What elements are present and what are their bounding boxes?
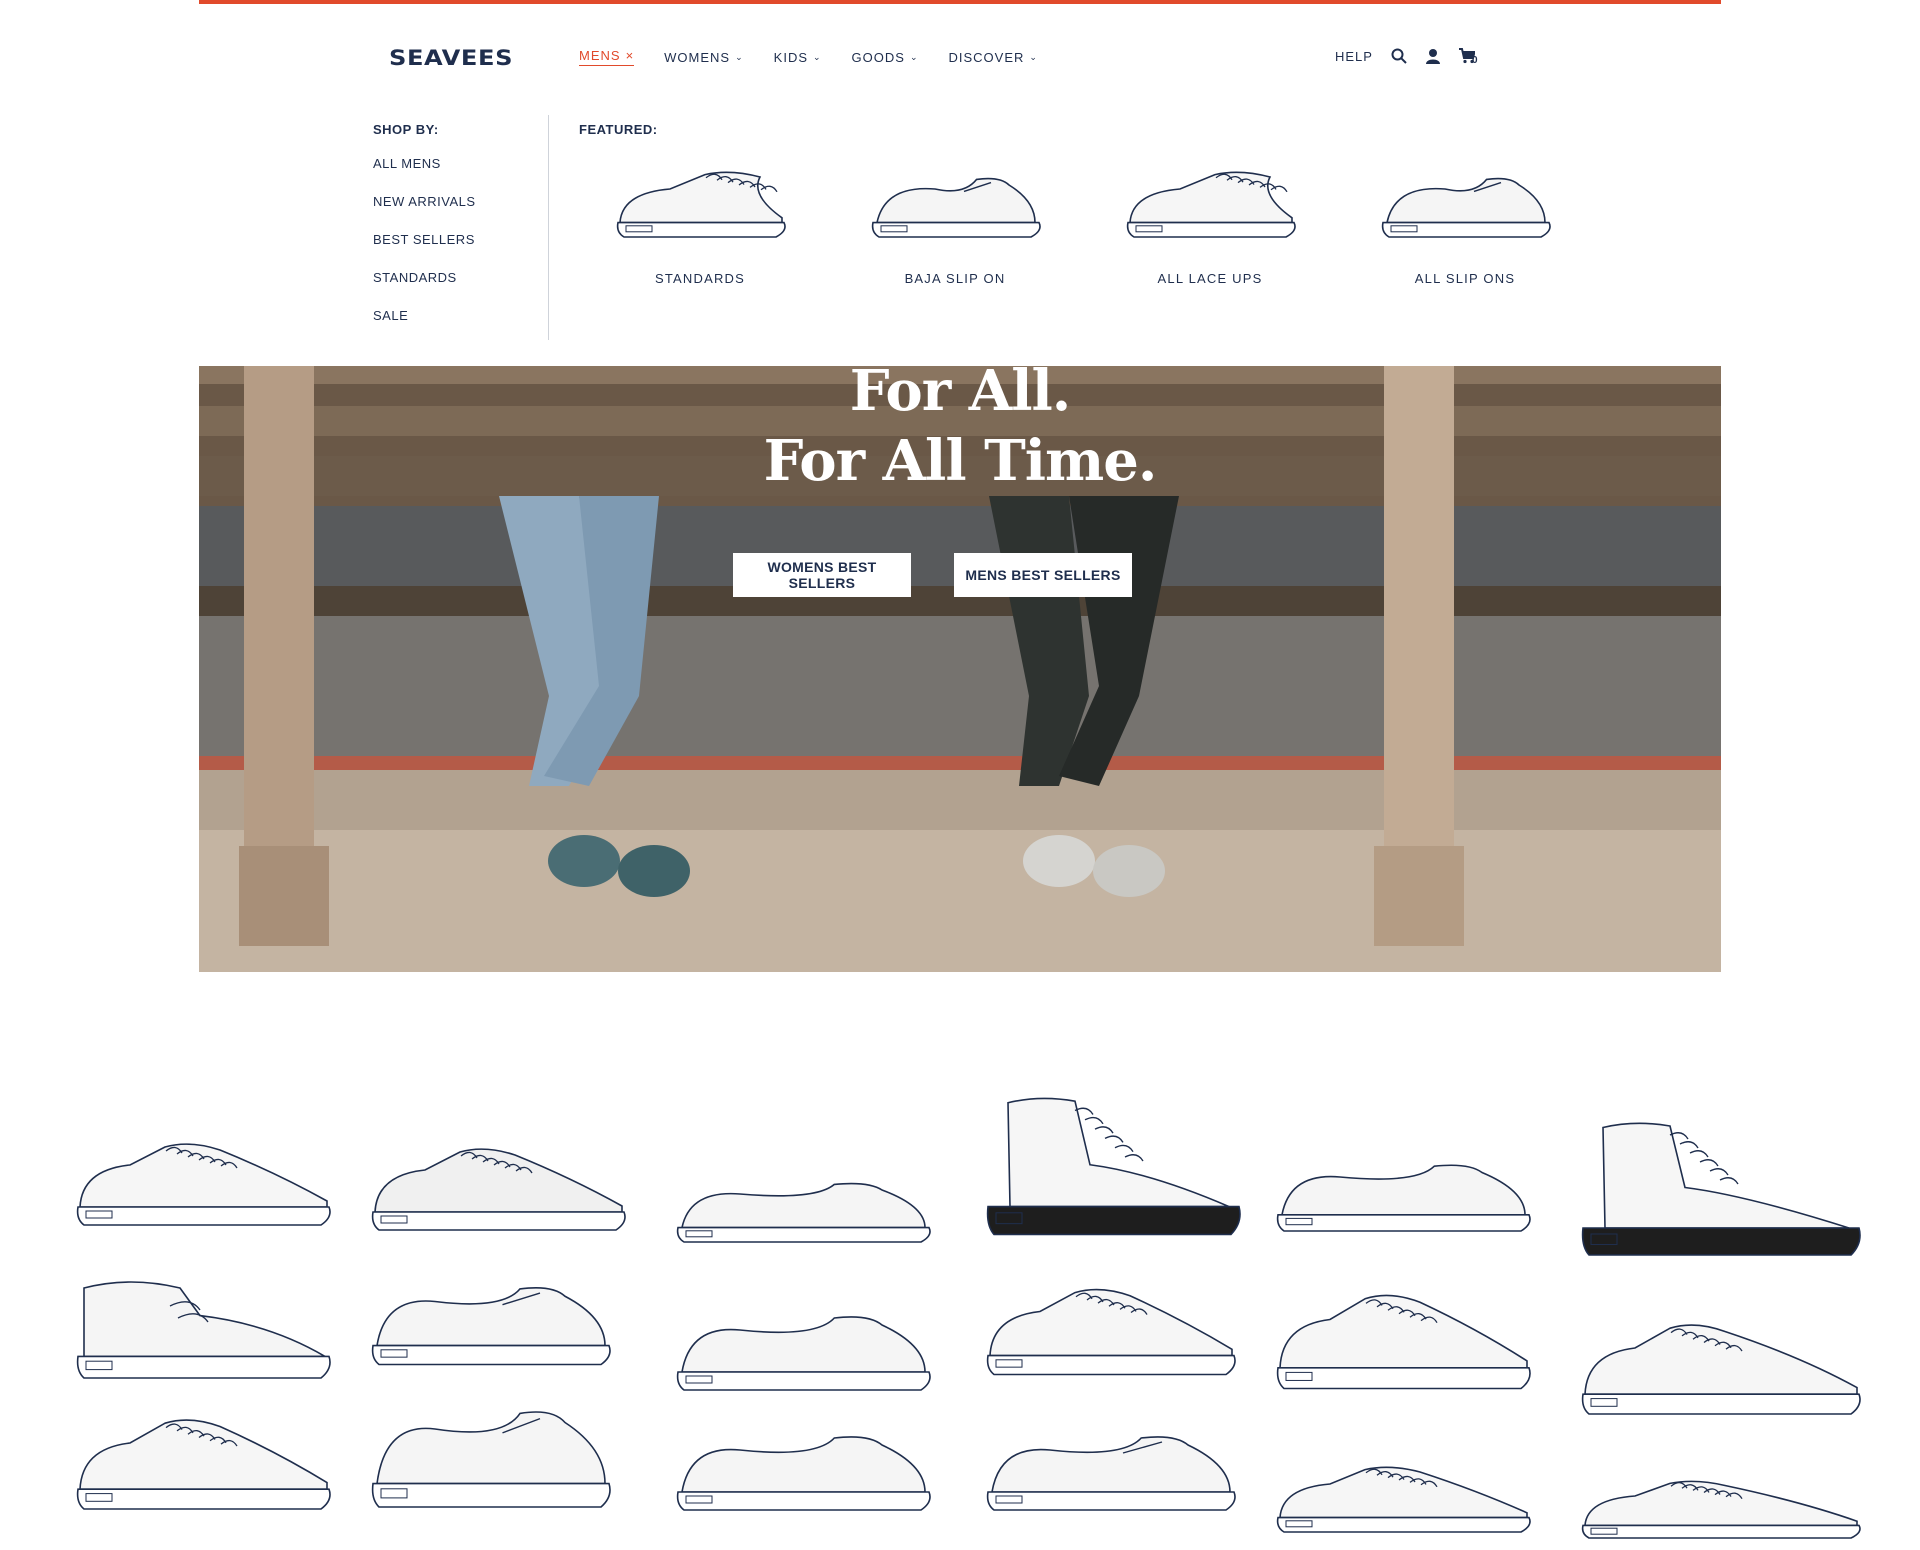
utility-nav: HELP 0 — [1335, 48, 1481, 66]
hero-title: For All. For All Time. — [199, 366, 1721, 496]
menu-link-standards[interactable]: STANDARDS — [373, 270, 476, 285]
chevron-down-icon: ⌄ — [1029, 51, 1038, 62]
product-shoe[interactable] — [980, 1420, 1240, 1520]
product-shoe[interactable] — [1270, 1460, 1535, 1540]
hero-banner: For All. For All Time. WOMENS BEST SELLE… — [199, 366, 1721, 972]
nav-item-label: MENS — [579, 48, 621, 63]
cart-button[interactable]: 0 — [1458, 48, 1481, 66]
menu-link-new-arrivals[interactable]: NEW ARRIVALS — [373, 194, 476, 209]
featured-item-label: STANDARDS — [654, 271, 745, 286]
product-shoe[interactable] — [365, 1270, 615, 1375]
nav-item-goods[interactable]: GOODS ⌄ — [852, 48, 919, 66]
product-shoe[interactable] — [70, 1410, 335, 1520]
brand-logo[interactable]: SEAVEES — [389, 46, 513, 70]
top-accent-bar — [199, 0, 1721, 4]
shop-by-heading: SHOP BY: — [373, 122, 439, 137]
featured-heading: FEATURED: — [579, 122, 658, 137]
product-shoe[interactable] — [1270, 1150, 1535, 1240]
mens-best-sellers-button[interactable]: MENS BEST SELLERS — [954, 553, 1132, 597]
product-shoe[interactable] — [670, 1420, 935, 1520]
nav-item-label: GOODS — [851, 49, 905, 65]
nav-item-discover[interactable]: DISCOVER ⌄ — [949, 48, 1038, 66]
shoe-illustration — [1120, 165, 1300, 245]
search-icon[interactable] — [1391, 48, 1407, 64]
nav-item-mens[interactable]: MENS × — [579, 48, 635, 66]
hero-title-line1: For All. — [849, 366, 1072, 424]
nav-item-label: WOMENS — [664, 49, 731, 65]
nav-item-kids[interactable]: KIDS ⌄ — [774, 48, 822, 66]
featured-item-standards[interactable]: STANDARDS — [600, 165, 800, 286]
cart-count: 0 — [1471, 55, 1478, 66]
product-shoe[interactable] — [70, 1270, 335, 1390]
chevron-down-icon: ⌄ — [735, 51, 744, 62]
product-shoe[interactable] — [980, 1280, 1240, 1385]
close-icon[interactable]: × — [626, 48, 635, 63]
nav-item-label: KIDS — [773, 49, 808, 65]
featured-item-baja-slip-on[interactable]: BAJA SLIP ON — [855, 165, 1055, 286]
featured-item-label: BAJA SLIP ON — [904, 271, 1006, 286]
product-shoe[interactable] — [670, 1170, 935, 1250]
product-shoe[interactable] — [365, 1140, 630, 1240]
nav-item-label: DISCOVER — [948, 49, 1025, 65]
account-icon[interactable] — [1425, 48, 1441, 64]
chevron-down-icon: ⌄ — [909, 51, 919, 62]
featured-item-label: ALL LACE UPS — [1157, 271, 1263, 286]
product-shoe[interactable] — [1575, 1475, 1865, 1545]
shop-by-menu: SHOP BY: ALL MENS NEW ARRIVALS BEST SELL… — [373, 122, 476, 346]
menu-link-best-sellers[interactable]: BEST SELLERS — [373, 232, 476, 247]
chevron-down-icon: ⌄ — [813, 51, 822, 62]
help-link[interactable]: HELP — [1335, 49, 1373, 64]
nav-item-womens[interactable]: WOMENS ⌄ — [664, 48, 744, 66]
featured-item-label: ALL SLIP ONS — [1414, 271, 1516, 286]
menu-link-all-mens[interactable]: ALL MENS — [373, 156, 476, 171]
product-shoe[interactable] — [1575, 1315, 1865, 1425]
shoe-illustration — [1375, 165, 1555, 245]
featured-item-all-slip-ons[interactable]: ALL SLIP ONS — [1365, 165, 1565, 286]
product-shoe[interactable] — [980, 1095, 1245, 1250]
shoe-illustration — [610, 165, 790, 245]
hero-title-line2: For All Time. — [763, 428, 1158, 494]
product-shoe[interactable] — [1575, 1120, 1865, 1270]
womens-best-sellers-button[interactable]: WOMENS BEST SELLERS — [733, 553, 911, 597]
main-nav: MENS × WOMENS ⌄ KIDS ⌄ GOODS ⌄ DISCOVER … — [579, 48, 1068, 66]
product-shoe[interactable] — [70, 1135, 335, 1235]
product-shoe[interactable] — [1270, 1285, 1535, 1400]
menu-divider — [548, 115, 549, 340]
shoe-illustration — [865, 165, 1045, 245]
featured-item-all-lace-ups[interactable]: ALL LACE UPS — [1110, 165, 1310, 286]
menu-link-sale[interactable]: SALE — [373, 308, 476, 323]
product-shoe[interactable] — [670, 1300, 935, 1400]
